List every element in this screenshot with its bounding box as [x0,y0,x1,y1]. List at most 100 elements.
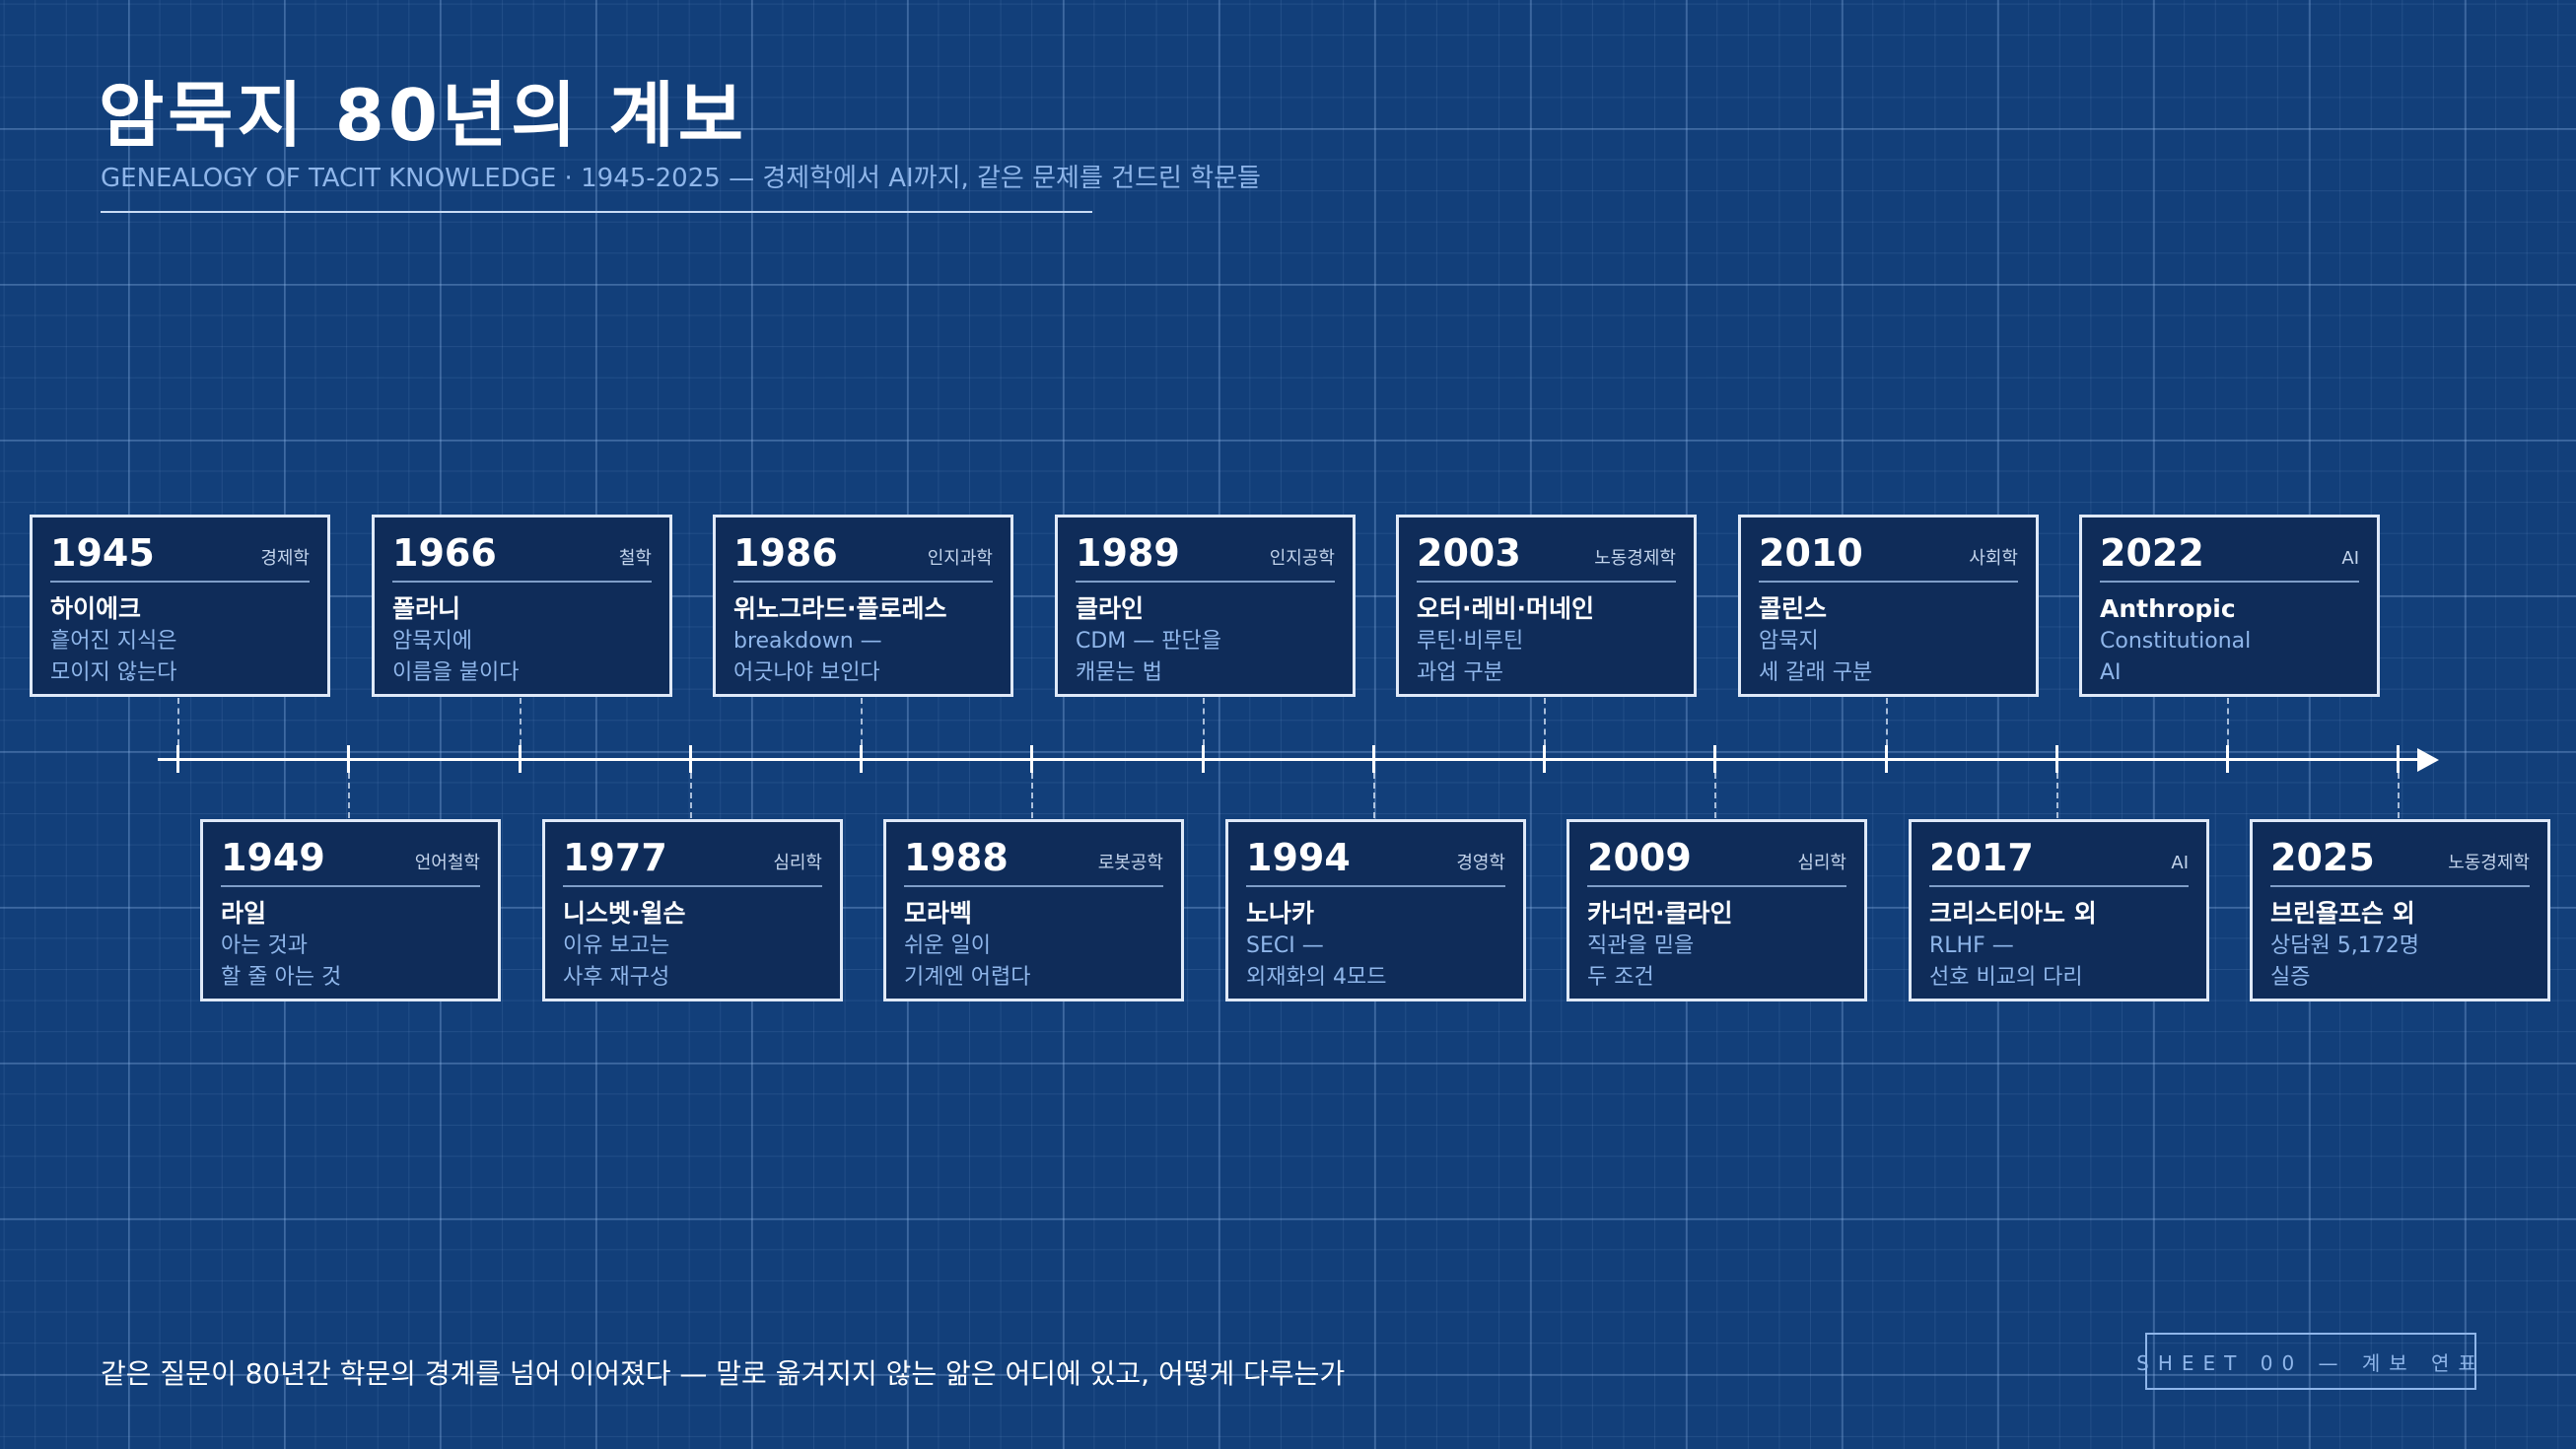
card-field: 심리학 [773,853,822,873]
card-field: 사회학 [1969,548,2018,569]
timeline-arrow-icon [2417,748,2439,772]
card-header: 2022 AI [2100,531,2359,583]
card-header: 1989 인지공학 [1076,531,1335,583]
card-field: 심리학 [1797,853,1846,873]
card-year: 1945 [50,531,155,575]
card-desc-line2: 외재화의 4모드 [1246,965,1387,990]
card-desc-line1: Constitutional [2100,629,2252,654]
card-desc-line1: 흩어진 지식은 [50,629,177,654]
card-year: 1986 [733,531,838,575]
timeline-card: 1966 철학 폴라니 암묵지에 이름을 붙이다 [372,515,672,697]
card-header: 1988 로봇공학 [904,836,1163,887]
card-year: 1989 [1076,531,1180,575]
card-year: 2009 [1587,836,1692,879]
card-name: 클라인 [1076,594,1145,623]
card-field: 경영학 [1456,853,1505,873]
timeline-tick [519,745,522,773]
timeline-tick [860,745,863,773]
timeline-tick [347,745,350,773]
card-year: 2017 [1929,836,2034,879]
card-desc-line2: 이름을 붙이다 [392,660,520,685]
card-name: 크리스티아노 외 [1929,899,2097,928]
card-name: 콜린스 [1759,594,1828,623]
card-header: 2025 노동경제학 [2270,836,2530,887]
card-desc-line1: breakdown — [733,629,882,654]
card-field: 언어철학 [414,853,480,873]
card-desc-line1: CDM — 판단을 [1076,629,1221,654]
timeline-connector [1031,773,1033,818]
timeline-card: 2022 AI Anthropic Constitutional AI [2079,515,2380,697]
card-header: 1977 심리학 [563,836,822,887]
card-field: 인지과학 [927,548,993,569]
card-year: 2010 [1759,531,1863,575]
card-desc-line2: 선호 비교의 다리 [1929,965,2083,990]
page-title: 암묵지 80년의 계보 [99,74,748,157]
card-header: 1994 경영학 [1246,836,1505,887]
timeline-tick [176,745,179,773]
card-year: 1988 [904,836,1009,879]
timeline-card: 1989 인지공학클라인 CDM — 판단을캐묻는 법 [1055,515,1356,697]
card-field: 노동경제학 [1594,548,1676,569]
card-desc-line2: 모이지 않는다 [50,660,177,685]
footer-caption: 같은 질문이 80년간 학문의 경계를 넘어 이어졌다 — 말로 옮겨지지 않는… [101,1357,1346,1390]
timeline-connector [348,773,350,818]
timeline-tick [2226,745,2229,773]
card-desc-line2: 두 조건 [1587,965,1654,990]
subtitle-divider [101,211,1092,213]
card-year: 1949 [221,836,325,879]
card-desc-line2: 세 갈래 구분 [1759,660,1873,685]
card-desc-line1: 직관을 믿을 [1587,933,1695,958]
timeline-card: 1994 경영학 노나카 SECI — 외재화의 4모드 [1225,819,1526,1001]
sheet-label: SHEET 00 — 계보 연표 [2136,1333,2476,1390]
card-desc-line2: 어긋나야 보인다 [733,660,880,685]
card-field: 로봇공학 [1097,853,1163,873]
card-desc-line2: 과업 구분 [1417,660,1503,685]
timeline-connector [1714,773,1716,818]
timeline-tick [2055,745,2058,773]
timeline-tick [1713,745,1716,773]
timeline-card: 2003 노동경제학오터·레비·머네인루틴·비루틴과업 구분 [1396,515,1697,697]
card-field: 경제학 [260,548,310,569]
card-desc-line1: RLHF — [1929,933,2014,958]
card-name: 라일 [221,899,267,928]
card-name: 노나카 [1246,899,1315,928]
timeline-connector [2056,773,2058,818]
timeline-connector [1373,773,1375,818]
card-header: 1986 인지과학 [733,531,993,583]
timeline-connector [520,698,522,745]
card-name: 오터·레비·머네인 [1417,594,1594,623]
card-year: 2022 [2100,531,2204,575]
card-desc-line2: 할 줄 아는 것 [221,965,342,990]
card-desc-line1: 루틴·비루틴 [1417,629,1524,654]
card-name: Anthropic [2100,594,2236,623]
card-desc-line2: 실증 [2270,965,2311,990]
card-header: 1945 경제학 [50,531,310,583]
card-header: 2003 노동경제학 [1417,531,1676,583]
timeline-tick [1202,745,1205,773]
timeline-tick [1030,745,1033,773]
timeline-card: 1945 경제학 하이에크 흩어진 지식은 모이지 않는다 [30,515,330,697]
card-field: 노동경제학 [2448,853,2530,873]
card-year: 1966 [392,531,497,575]
card-name: 폴라니 [392,594,461,623]
card-desc-line1: 이유 보고는 [563,933,670,958]
card-field: AI [2171,853,2189,873]
card-header: 2009 심리학 [1587,836,1846,887]
timeline-connector [2227,698,2229,745]
timeline-card: 2009 심리학 카너먼·클라인 직관을 믿을 두 조건 [1566,819,1867,1001]
card-name: 니스벳·윌슨 [563,899,686,928]
timeline-connector [1203,698,1205,745]
card-desc-line2: 캐묻는 법 [1076,660,1162,685]
card-field: AI [2341,548,2359,569]
card-name: 모라벡 [904,899,973,928]
timeline-card: 2025 노동경제학 브린욜프슨 외 상담원 5,172명 실증 [2250,819,2550,1001]
timeline-connector [690,773,692,818]
card-name: 위노그라드·플로레스 [733,594,947,623]
card-header: 1949 언어철학 [221,836,480,887]
card-year: 2003 [1417,531,1521,575]
card-field: 인지공학 [1269,548,1335,569]
card-field: 철학 [618,548,652,569]
timeline-tick [1372,745,1375,773]
card-desc-line2: AI [2100,660,2122,685]
card-desc-line1: 쉬운 일이 [904,933,991,958]
